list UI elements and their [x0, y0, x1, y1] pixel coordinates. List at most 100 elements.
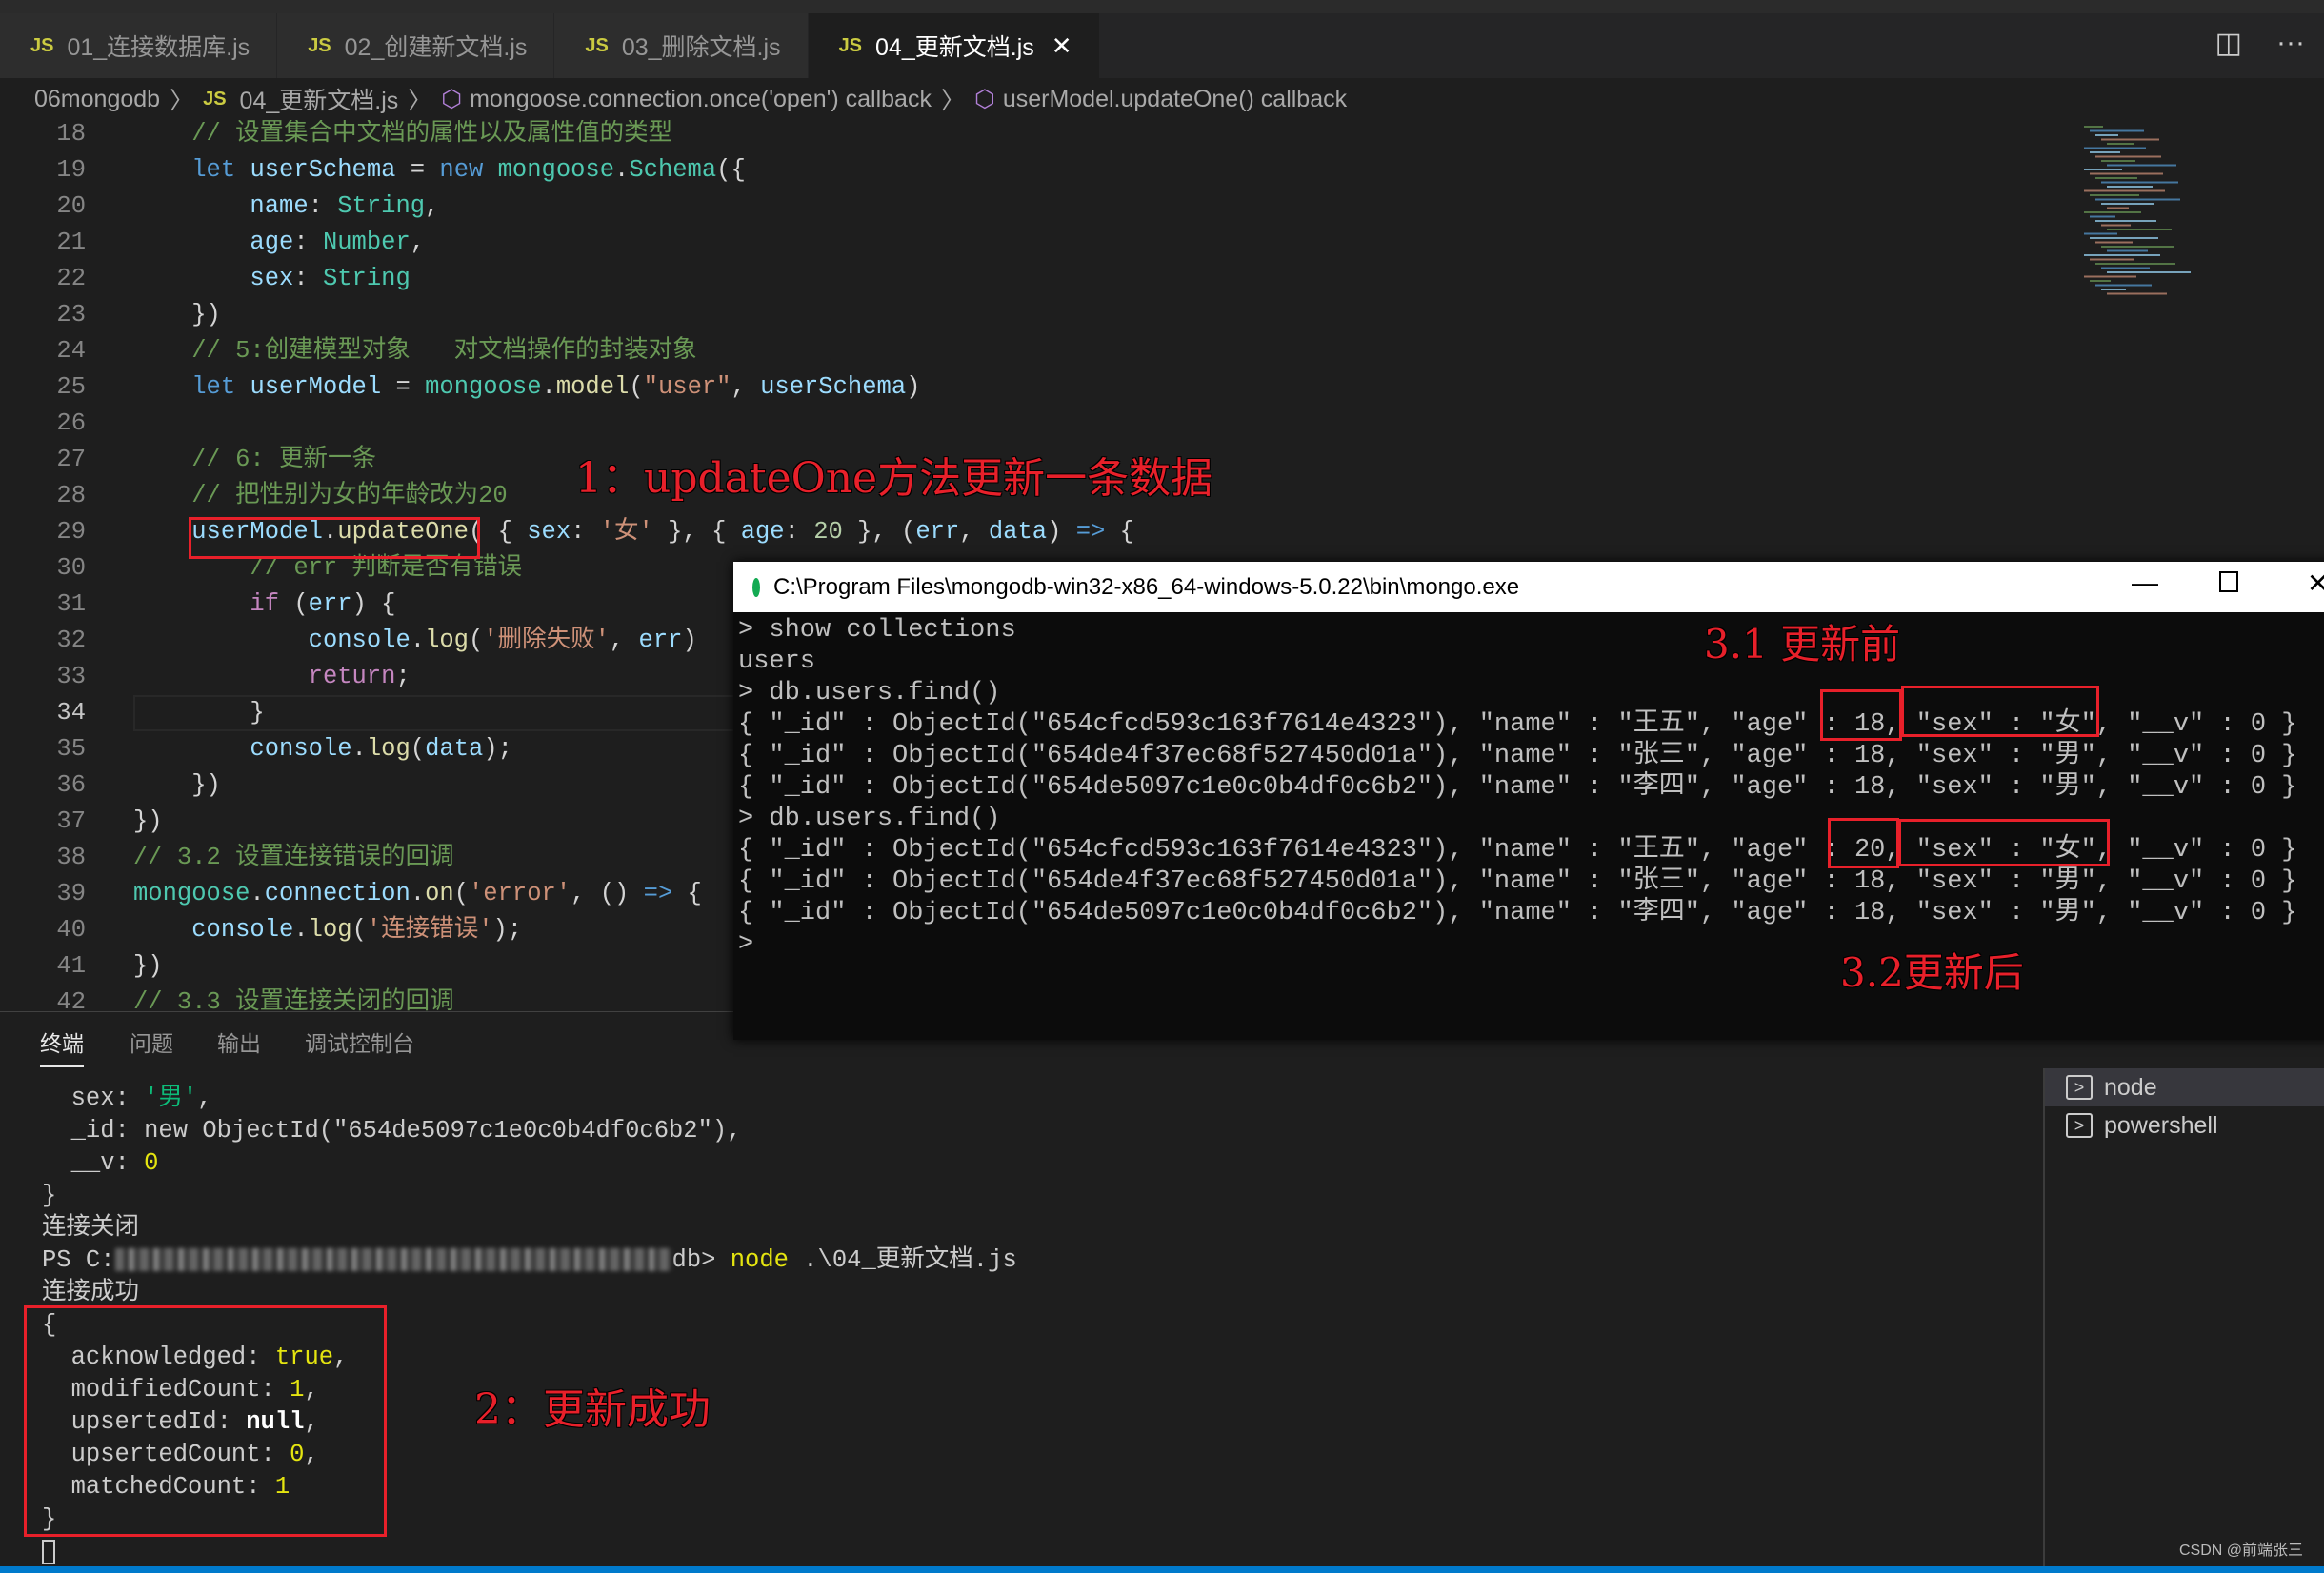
code-line[interactable]: age: Number,: [133, 225, 425, 261]
close-button[interactable]: ✕: [2307, 567, 2324, 599]
code-token: mongoose: [425, 373, 542, 401]
highlight-box-result: [24, 1305, 387, 1537]
minimap-line: [2084, 232, 2117, 235]
console-line: { "_id" : ObjectId("654de4f37ec68f527450…: [738, 742, 2297, 770]
code-line[interactable]: let userModel = mongoose.model("user", u…: [133, 369, 920, 406]
code-token: connection: [264, 880, 411, 907]
code-token: :: [293, 265, 323, 292]
code-token: .: [250, 880, 265, 907]
code-token: ,: [410, 229, 426, 256]
code-line[interactable]: }): [133, 948, 163, 985]
tab-terminal[interactable]: 终端: [40, 1025, 84, 1067]
code-line[interactable]: mongoose.connection.on('error', () => {: [133, 876, 702, 912]
mongo-shell-window[interactable]: C:\Program Files\mongodb-win32-x86_64-wi…: [733, 562, 2324, 1040]
code-token: log: [425, 627, 469, 654]
line-number: 37: [56, 807, 86, 835]
code-line[interactable]: // 3.3 设置连接关闭的回调: [133, 985, 454, 1011]
maximize-button[interactable]: [2219, 571, 2238, 592]
code-line[interactable]: name: String,: [133, 189, 439, 225]
code-line[interactable]: // 设置集合中文档的属性以及属性值的类型: [133, 120, 672, 152]
code-token: }): [133, 807, 163, 835]
code-line[interactable]: return;: [133, 659, 411, 695]
code-token: =>: [643, 880, 673, 907]
minimap-line: [2090, 215, 2115, 218]
code-token: new: [439, 156, 498, 184]
minimap-line: [2084, 147, 2146, 149]
breadcrumb-symbol[interactable]: mongoose.connection.once('open') callbac…: [470, 86, 932, 113]
tab-file[interactable]: JS 02_创建新文档.js: [277, 13, 555, 78]
code-line[interactable]: // 把性别为女的年龄改为20: [133, 478, 508, 514]
code-token: '删除失败': [483, 627, 610, 654]
code-line[interactable]: }): [133, 297, 221, 333]
code-line[interactable]: sex: String: [133, 261, 410, 297]
console-line: { "_id" : ObjectId("654de5097c1e0c0b4df0…: [738, 773, 2297, 802]
code-token: .: [351, 735, 367, 763]
js-file-icon: JS: [308, 34, 331, 56]
code-token: (: [279, 590, 309, 618]
code-line[interactable]: console.log('连接错误');: [133, 912, 522, 948]
code-token: // 设置集合中文档的属性以及属性值的类型: [191, 120, 673, 148]
code-token: =>: [1075, 518, 1106, 546]
editor-tab-bar: JS 01_连接数据库.js JS 02_创建新文档.js JS 03_删除文档.js JS…: [0, 13, 2324, 78]
minimap-line: [2095, 134, 2118, 136]
code-token: userSchema: [250, 156, 396, 184]
line-number: 22: [56, 265, 86, 292]
terminal-cursor: [42, 1540, 55, 1564]
code-token: (: [629, 373, 644, 401]
code-line[interactable]: if (err) {: [133, 587, 395, 623]
split-editor-icon[interactable]: ◫: [2215, 27, 2242, 60]
title-strip: [0, 0, 2324, 13]
window-titlebar[interactable]: C:\Program Files\mongodb-win32-x86_64-wi…: [733, 562, 2324, 612]
tab-file[interactable]: JS 01_连接数据库.js: [0, 13, 278, 78]
code-token: {: [1105, 518, 1134, 546]
terminal-item-node[interactable]: > node: [2045, 1068, 2324, 1106]
code-line[interactable]: console.log(data);: [133, 731, 512, 767]
code-line[interactable]: }): [133, 767, 221, 804]
tab-output[interactable]: 输出: [217, 1025, 261, 1058]
js-file-icon: JS: [585, 34, 609, 56]
code-token: console: [191, 916, 294, 944]
tab-problems[interactable]: 问题: [130, 1025, 173, 1058]
minimap-line: [2095, 220, 2156, 222]
tab-label: 02_创建新文档.js: [344, 34, 528, 61]
code-token: err: [638, 627, 683, 654]
more-actions-icon[interactable]: ···: [2276, 27, 2305, 60]
terminal-item-powershell[interactable]: > powershell: [2045, 1106, 2324, 1145]
code-line[interactable]: }): [133, 804, 163, 840]
code-token: let: [191, 156, 250, 184]
minimize-button[interactable]: —: [2132, 567, 2158, 598]
minimap-line: [2107, 207, 2129, 209]
breadcrumb-folder[interactable]: 06mongodb: [34, 86, 160, 113]
tab-file[interactable]: JS 03_删除文档.js: [554, 13, 809, 78]
line-number: 26: [56, 409, 86, 437]
breadcrumb-symbol[interactable]: userModel.updateOne() callback: [1003, 86, 1347, 113]
line-number: 39: [56, 880, 86, 907]
code-token: // 3.3 设置连接关闭的回调: [133, 988, 454, 1011]
minimap-line: [2090, 258, 2134, 261]
console-line: users: [738, 647, 816, 676]
code-line[interactable]: console.log('删除失败', err): [133, 623, 697, 659]
console-line: > db.users.find(): [738, 679, 1001, 707]
tab-file[interactable]: JS 04_更新文档.js ✕: [808, 13, 1100, 78]
code-token: Schema: [629, 156, 717, 184]
code-line[interactable]: // 5:创建模型对象 对文档操作的封装对象: [133, 333, 696, 369]
tab-debug-console[interactable]: 调试控制台: [305, 1025, 414, 1058]
line-number: 25: [56, 373, 86, 401]
minimap-line: [2107, 186, 2153, 188]
code-token: =: [395, 156, 440, 184]
code-line[interactable]: // 3.2 设置连接错误的回调: [133, 840, 454, 876]
code-line[interactable]: // 6: 更新一条: [133, 442, 376, 478]
minimap-line: [2101, 181, 2178, 184]
code-token: }: [133, 699, 265, 727]
code-line[interactable]: }: [133, 695, 265, 731]
minimap-line: [2101, 138, 2159, 141]
code-line[interactable]: let userSchema = new mongoose.Schema({: [133, 152, 746, 189]
line-number: 38: [56, 844, 86, 871]
close-icon[interactable]: ✕: [1052, 31, 1072, 61]
minimap[interactable]: [2076, 120, 2305, 310]
minimap-line: [2095, 263, 2175, 265]
breadcrumb-file[interactable]: 04_更新文档.js: [240, 82, 399, 116]
